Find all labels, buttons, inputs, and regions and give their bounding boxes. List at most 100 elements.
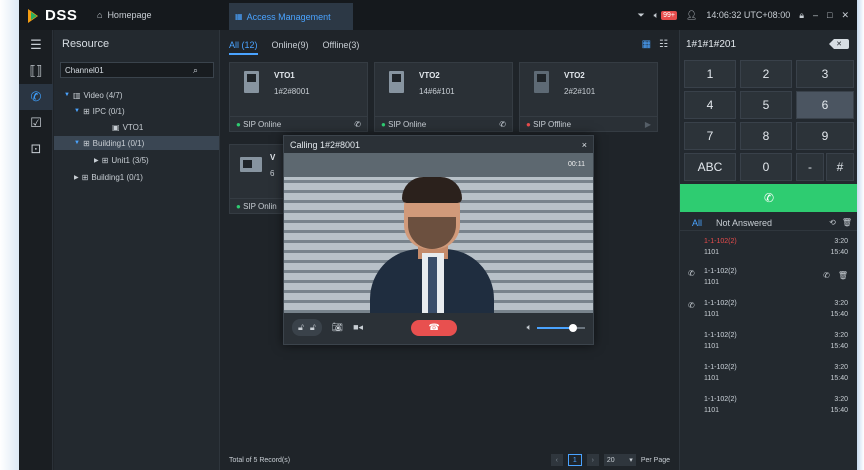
tree-node-building1-second[interactable]: ▶ ⊞ Building1 (0/1): [54, 170, 219, 184]
history-icon[interactable]: ⟲: [829, 218, 836, 227]
tab-all-records[interactable]: All: [692, 218, 702, 228]
dial-panel: 1#1#1#201 ✕ 1 2 3 4 5 6 7 8 9 ABC 0 - # …: [679, 30, 857, 470]
dial-key-4[interactable]: 4: [684, 91, 736, 119]
snapshot-icon[interactable]: 📷︎: [332, 322, 343, 333]
user-icon[interactable]: 👤︎: [686, 10, 697, 21]
lock-icon[interactable]: 🔒︎: [799, 10, 804, 21]
volume-control: 🔈︎: [527, 322, 585, 333]
left-edge-background: [0, 0, 19, 470]
call-record-tabs: All Not Answered ⟲ 🗑︎: [680, 215, 857, 231]
record-callee: 1101: [704, 407, 720, 414]
list-view-icon[interactable]: ☷: [659, 39, 668, 50]
device-status: SIP Online: [243, 119, 282, 129]
dial-key-9[interactable]: 9: [796, 122, 854, 150]
minimize-icon[interactable]: –: [813, 10, 818, 20]
device-number: 14#6#101: [419, 87, 455, 96]
tab-access-management-label: Access Management: [246, 11, 331, 22]
call-record[interactable]: 1-1-102(2) 1101 3:20 15:40: [680, 361, 857, 391]
door-icon[interactable]: ⟦⟧: [19, 58, 53, 84]
title-bar-actions: ⏷ 🔈︎ 99+ 👤︎ 14:06:32 UTC+08:00 🔒︎ – □ ✕: [637, 0, 849, 30]
record-video-icon[interactable]: ■◂: [353, 322, 363, 333]
filter-online[interactable]: Online(9): [272, 40, 309, 55]
tree-node-vto1[interactable]: ▣ VTO1: [54, 120, 219, 134]
dial-key-0[interactable]: 0: [740, 153, 792, 181]
dial-number-display[interactable]: 1#1#1#201: [686, 39, 736, 50]
dial-key-hash[interactable]: #: [826, 153, 854, 181]
tab-not-answered[interactable]: Not Answered: [716, 218, 772, 228]
tree-node-video[interactable]: ▼ ▥ Video (4/7): [54, 88, 219, 102]
grid-view-icon[interactable]: ▦: [642, 39, 651, 50]
dial-key-7[interactable]: 7: [684, 122, 736, 150]
tree-label: VTO1: [122, 122, 144, 132]
page-size-select[interactable]: 20 ▾: [603, 454, 636, 466]
call-record[interactable]: 1-1-102(2) 1101 3:20 15:40: [680, 329, 857, 359]
total-records: Total of 5 Record(s): [229, 457, 291, 464]
tab-homepage-label: Homepage: [107, 10, 152, 20]
record-caller: 1-1-102(2): [704, 238, 737, 245]
intercom-call-icon[interactable]: ✆: [19, 84, 53, 110]
device-status: SIP Online: [388, 119, 427, 129]
tab-access-management[interactable]: ▦ Access Management: [229, 3, 353, 30]
dial-key-2[interactable]: 2: [740, 60, 792, 88]
call-icon[interactable]: ✆: [499, 120, 506, 129]
tree-label: Video (4/7): [83, 90, 123, 100]
dialog-close-icon[interactable]: ×: [582, 140, 587, 150]
device-card[interactable]: VTO1 1#2#8001 ● SIP Online ✆: [229, 62, 368, 132]
filter-all[interactable]: All (12): [229, 40, 258, 55]
record-time: 15:40: [830, 375, 848, 382]
record-duration: 3:20: [834, 332, 848, 339]
tree-node-unit1[interactable]: ▶ ⊞ Unit1 (3/5): [54, 153, 219, 167]
call-button[interactable]: ✆: [680, 184, 857, 212]
checklist-icon[interactable]: ☑: [19, 110, 53, 136]
tree-node-ipc[interactable]: ▼ ⊞ IPC (0/1): [54, 104, 219, 118]
device-card[interactable]: VTO2 14#6#101 ● SIP Online ✆: [374, 62, 513, 132]
dial-key-3[interactable]: 3: [796, 60, 854, 88]
filter-icon[interactable]: ⏷: [637, 10, 644, 21]
call-record[interactable]: 1-1-102(2) 1101 3:20 15:40: [680, 393, 857, 423]
play-icon: ▶: [644, 119, 651, 129]
dial-key-dash[interactable]: -: [796, 153, 824, 181]
record-caller: 1-1-102(2): [704, 364, 737, 371]
volume-slider[interactable]: [537, 323, 585, 332]
dial-key-1[interactable]: 1: [684, 60, 736, 88]
dial-key-6[interactable]: 6: [796, 91, 854, 119]
call-record[interactable]: 1-1-102(2) 1101 3:20 15:40: [680, 235, 857, 265]
unlock-door-2-icon[interactable]: 🔓︎: [310, 322, 316, 333]
trash-icon[interactable]: 🗑︎: [842, 218, 852, 227]
unlock-group: 🔓︎ 🔓︎: [292, 319, 322, 336]
notification-button[interactable]: 🔈︎ 99+: [654, 10, 677, 21]
dial-key-5[interactable]: 5: [740, 91, 792, 119]
close-icon[interactable]: ✕: [841, 10, 849, 21]
current-page[interactable]: 1: [567, 454, 582, 466]
device-name: V: [270, 153, 276, 162]
status-filters: All (12) Online(9) Offline(3): [229, 40, 359, 55]
tab-homepage[interactable]: ⌂ Homepage: [89, 0, 219, 30]
device-card[interactable]: VTO2 2#2#101 ● SIP Offline ▶: [519, 62, 658, 132]
volume-knob[interactable]: [569, 323, 577, 332]
notification-badge: 99+: [661, 10, 677, 20]
filter-offline[interactable]: Offline(3): [323, 40, 360, 55]
speaker-icon[interactable]: 🔈︎: [527, 322, 532, 333]
dial-key-abc[interactable]: ABC: [684, 153, 736, 181]
image-icon[interactable]: ⊡: [19, 136, 53, 162]
hang-up-button[interactable]: ☎: [411, 319, 458, 336]
call-record[interactable]: ✆ 1-1-102(2) 1101 ✆ 🗑︎: [680, 265, 857, 295]
resource-search-input[interactable]: [65, 65, 193, 75]
record-caller: 1-1-102(2): [704, 396, 737, 403]
backspace-icon[interactable]: ✕: [829, 39, 849, 49]
prev-page-button[interactable]: ‹: [550, 454, 563, 466]
maximize-icon[interactable]: □: [827, 10, 832, 20]
call-icon[interactable]: ✆: [354, 120, 361, 129]
search-icon[interactable]: ⌕: [193, 65, 198, 76]
call-back-icon[interactable]: ✆: [823, 271, 830, 280]
dial-key-8[interactable]: 8: [740, 122, 792, 150]
trash-icon[interactable]: 🗑︎: [838, 271, 848, 280]
home-icon: ⌂: [97, 10, 103, 20]
menu-icon[interactable]: ☰: [19, 32, 53, 58]
tree-node-building1[interactable]: ▼ ⊞ Building1 (0/1): [54, 136, 219, 150]
unlock-door-1-icon[interactable]: 🔓︎: [298, 322, 304, 333]
next-page-button[interactable]: ›: [586, 454, 599, 466]
call-record[interactable]: ✆ 1-1-102(2) 1101 3:20 15:40: [680, 297, 857, 327]
resource-title: Resource: [62, 38, 110, 50]
device-number: 2#2#101: [564, 87, 596, 96]
